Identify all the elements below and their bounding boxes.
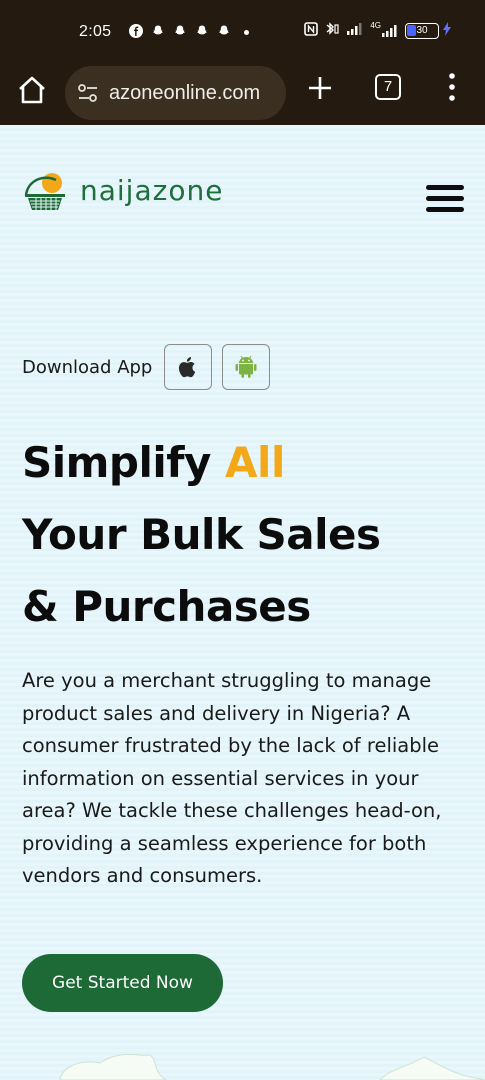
snapchat-icon (150, 24, 166, 40)
tune-icon (78, 84, 97, 102)
headline-highlight: All (225, 438, 285, 487)
nfc-icon (304, 22, 319, 39)
battery-fill (407, 24, 416, 36)
snapchat-icon (194, 24, 210, 40)
snapchat-icon (172, 24, 188, 40)
tabs-button[interactable]: 7 (375, 74, 401, 100)
network-type-label: 4G (370, 21, 381, 30)
plus-icon (309, 77, 331, 99)
new-tab-button[interactable] (306, 74, 334, 102)
hero-description: Are you a merchant struggling to manage … (22, 669, 442, 887)
more-vert-icon (449, 73, 455, 101)
browser-toolbar: azoneonline.com 7 (0, 60, 485, 125)
hero-headline: Simplify All Your Bulk Sales & Purchases (22, 427, 381, 643)
get-started-button[interactable]: Get Started Now (22, 954, 223, 1012)
download-app-row: Download App (22, 343, 280, 391)
headline-line3: & Purchases (22, 582, 311, 631)
url-text: azoneonline.com (109, 82, 261, 104)
network-type-icon: 4G (370, 21, 399, 38)
browser-menu-button[interactable] (444, 72, 460, 102)
bluetooth-vibrate-icon (324, 22, 340, 39)
system-icons: 4G 30 (304, 21, 451, 39)
status-time: 2:05 (79, 23, 112, 40)
more-notifications-dot-icon (244, 29, 249, 35)
snapchat-icon (216, 24, 232, 40)
web-page: naijazone Download App Simplify All Your… (0, 125, 485, 1080)
logo-mark-icon (24, 173, 65, 210)
address-bar[interactable]: azoneonline.com (65, 66, 286, 120)
nigeria-map-illustration (59, 1054, 485, 1080)
headline-word: Simplify (22, 438, 211, 487)
apple-icon (179, 357, 196, 378)
charging-icon (443, 22, 451, 39)
android-app-button[interactable] (222, 344, 271, 390)
notification-icons (128, 24, 249, 40)
signal-icon (346, 22, 364, 39)
download-app-label: Download App (22, 356, 153, 378)
battery-level: 30 (416, 24, 428, 36)
home-icon (19, 76, 45, 104)
hamburger-menu-icon[interactable] (426, 185, 464, 215)
battery-indicator: 30 (405, 22, 439, 39)
site-logo[interactable]: naijazone (22, 170, 222, 214)
facebook-icon (128, 24, 144, 40)
android-icon (235, 355, 257, 378)
status-bar: 2:05 4G 30 (0, 0, 485, 60)
home-button[interactable] (16, 74, 48, 106)
headline-line2: Your Bulk Sales (22, 510, 381, 559)
apple-app-button[interactable] (164, 344, 213, 390)
logo-text: naijazone (80, 174, 224, 207)
